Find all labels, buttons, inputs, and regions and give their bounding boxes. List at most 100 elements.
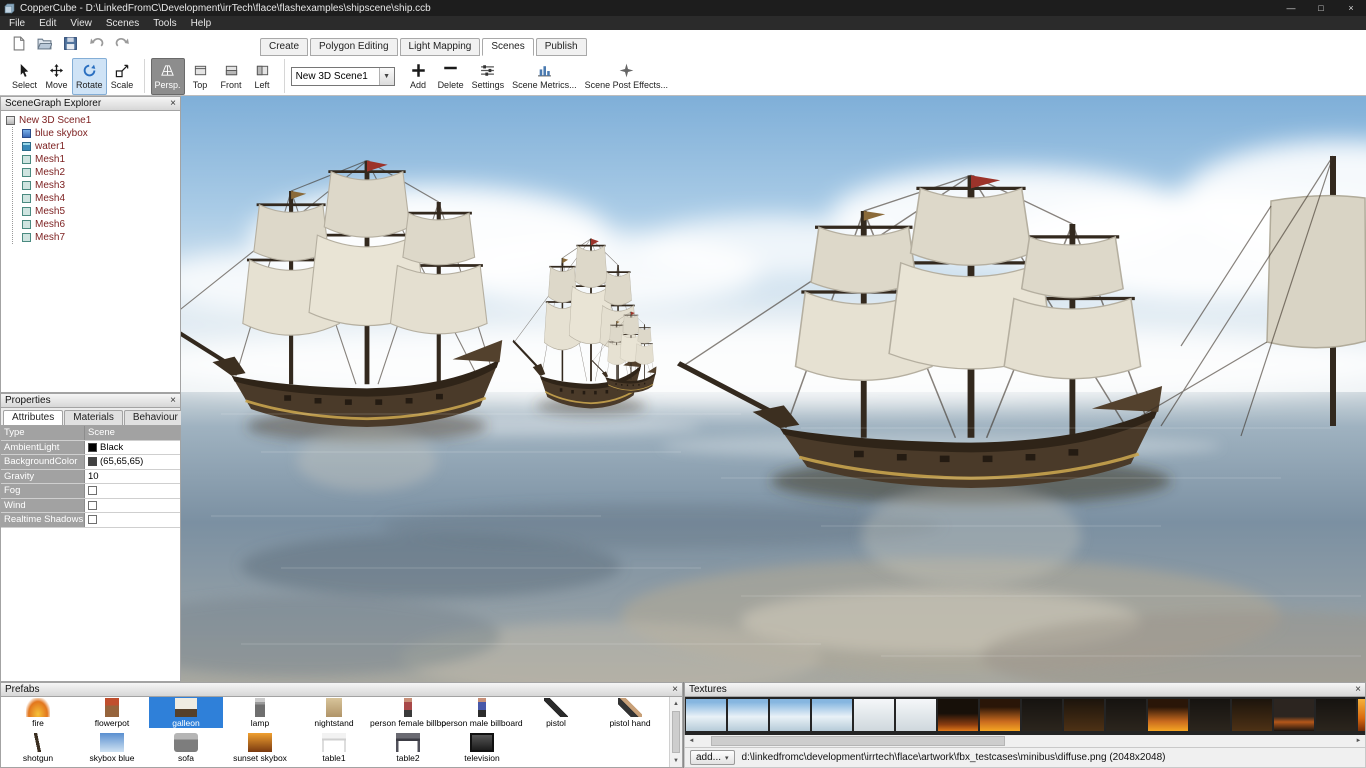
scene-metrics-button[interactable]: Scene Metrics... <box>508 58 581 95</box>
minimize-button[interactable]: — <box>1276 0 1306 16</box>
texture-thumb-17[interactable] <box>1358 699 1366 731</box>
front-view-button[interactable]: Front <box>216 58 247 95</box>
menu-help[interactable]: Help <box>184 16 219 30</box>
rotate-tool-button[interactable]: Rotate <box>72 58 107 95</box>
tree-item-mesh5[interactable]: Mesh5 <box>22 205 180 218</box>
scroll-thumb[interactable] <box>711 736 1005 746</box>
tree-item-scene-root[interactable]: New 3D Scene1 <box>6 114 180 127</box>
tree-item-mesh3[interactable]: Mesh3 <box>22 179 180 192</box>
maximize-button[interactable]: □ <box>1306 0 1336 16</box>
tab-materials[interactable]: Materials <box>64 410 123 425</box>
delete-scene-button[interactable]: Delete <box>434 58 468 95</box>
move-tool-button[interactable]: Move <box>41 58 72 95</box>
menu-edit[interactable]: Edit <box>32 16 63 30</box>
property-value-backgroundcolor[interactable]: (65,65,65) <box>85 455 180 469</box>
scroll-up-icon[interactable]: ▲ <box>670 697 682 710</box>
prefab-item-pistol[interactable]: pistol <box>519 697 593 728</box>
add-scene-button[interactable]: Add <box>403 58 434 95</box>
top-view-button[interactable]: Top <box>185 58 216 95</box>
wind-checkbox[interactable] <box>88 501 97 510</box>
texture-thumb-16[interactable] <box>1316 699 1356 731</box>
tree-item-water1[interactable]: water1 <box>22 140 180 153</box>
tab-polygon-editing[interactable]: Polygon Editing <box>310 38 398 56</box>
texture-thumb-4[interactable] <box>812 699 852 731</box>
left-view-button[interactable]: Left <box>247 58 278 95</box>
property-value-ambientlight[interactable]: Black <box>85 441 180 455</box>
scene-selector-dropdown[interactable]: New 3D Scene1 ▼ <box>291 67 395 86</box>
menu-scenes[interactable]: Scenes <box>99 16 146 30</box>
menu-view[interactable]: View <box>63 16 99 30</box>
select-tool-button[interactable]: Select <box>8 58 41 95</box>
prefab-item-person-male[interactable]: person male billboard <box>445 697 519 728</box>
scroll-thumb[interactable] <box>672 711 680 753</box>
prefab-item-galleon[interactable]: galleon <box>149 697 223 728</box>
prefab-item-table2[interactable]: table2 <box>371 732 445 763</box>
menu-file[interactable]: File <box>2 16 32 30</box>
prefab-item-television[interactable]: television <box>445 732 519 763</box>
persp-view-button[interactable]: Persp. <box>151 58 185 95</box>
prefab-item-sofa[interactable]: sofa <box>149 732 223 763</box>
texture-thumb-9[interactable] <box>1022 699 1062 731</box>
prefab-item-pistol-hand[interactable]: pistol hand <box>593 697 667 728</box>
prefab-item-shotgun[interactable]: shotgun <box>1 732 75 763</box>
prefab-item-flowerpot[interactable]: flowerpot <box>75 697 149 728</box>
tab-scenes[interactable]: Scenes <box>482 38 533 56</box>
tree-item-mesh2[interactable]: Mesh2 <box>22 166 180 179</box>
scroll-track[interactable] <box>698 735 1352 747</box>
texture-thumb-11[interactable] <box>1106 699 1146 731</box>
scale-tool-button[interactable]: Scale <box>107 58 138 95</box>
close-textures-icon[interactable]: × <box>1355 685 1361 695</box>
texture-thumb-1[interactable] <box>686 699 726 731</box>
prefab-item-nightstand[interactable]: nightstand <box>297 697 371 728</box>
texture-thumb-15[interactable] <box>1274 699 1314 731</box>
prefab-item-table1[interactable]: table1 <box>297 732 371 763</box>
menu-tools[interactable]: Tools <box>146 16 183 30</box>
realtime-shadows-checkbox[interactable] <box>88 515 97 524</box>
tree-item-mesh7[interactable]: Mesh7 <box>22 231 180 244</box>
tree-item-mesh1[interactable]: Mesh1 <box>22 153 180 166</box>
prefab-item-skybox-blue[interactable]: skybox blue <box>75 732 149 763</box>
open-file-button[interactable] <box>36 35 53 52</box>
scroll-right-icon[interactable]: ► <box>1352 735 1365 747</box>
prefab-item-fire[interactable]: fire <box>1 697 75 728</box>
scene-settings-button[interactable]: Settings <box>468 58 509 95</box>
fog-checkbox[interactable] <box>88 486 97 495</box>
prefabs-scrollbar[interactable]: ▲ ▼ <box>669 697 682 767</box>
scroll-left-icon[interactable]: ◄ <box>685 735 698 747</box>
scene-post-effects-button[interactable]: Scene Post Effects... <box>581 58 672 95</box>
scroll-down-icon[interactable]: ▼ <box>670 754 682 767</box>
texture-thumb-14[interactable] <box>1232 699 1272 731</box>
redo-button[interactable] <box>114 35 131 52</box>
viewport-3d[interactable] <box>181 96 1366 682</box>
tab-attributes[interactable]: Attributes <box>3 410 63 425</box>
texture-thumb-2[interactable] <box>728 699 768 731</box>
texture-thumb-5[interactable] <box>854 699 894 731</box>
tab-create[interactable]: Create <box>260 38 308 56</box>
textures-scrollbar[interactable]: ◄ ► <box>684 735 1366 748</box>
tree-item-mesh6[interactable]: Mesh6 <box>22 218 180 231</box>
tab-light-mapping[interactable]: Light Mapping <box>400 38 481 56</box>
close-button[interactable]: × <box>1336 0 1366 16</box>
tree-item-blue-skybox[interactable]: blue skybox <box>22 127 180 140</box>
close-properties-icon[interactable]: × <box>170 396 176 406</box>
color-swatch[interactable] <box>88 457 97 466</box>
texture-thumb-13[interactable] <box>1190 699 1230 731</box>
prefab-item-lamp[interactable]: lamp <box>223 697 297 728</box>
texture-thumb-10[interactable] <box>1064 699 1104 731</box>
property-value-gravity[interactable]: 10 <box>85 470 180 484</box>
tab-publish[interactable]: Publish <box>536 38 587 56</box>
add-texture-button[interactable]: add... ▾ <box>690 750 735 765</box>
save-button[interactable] <box>62 35 79 52</box>
texture-thumb-12[interactable] <box>1148 699 1188 731</box>
new-file-button[interactable] <box>10 35 27 52</box>
texture-thumb-7[interactable] <box>938 699 978 731</box>
tab-behaviour[interactable]: Behaviour <box>124 410 187 425</box>
tree-item-mesh4[interactable]: Mesh4 <box>22 192 180 205</box>
prefab-item-person-female[interactable]: person female billbo <box>371 697 445 728</box>
undo-button[interactable] <box>88 35 105 52</box>
texture-thumb-6[interactable] <box>896 699 936 731</box>
texture-thumb-3[interactable] <box>770 699 810 731</box>
color-swatch[interactable] <box>88 443 97 452</box>
prefab-item-sunset-skybox[interactable]: sunset skybox <box>223 732 297 763</box>
close-scenegraph-icon[interactable]: × <box>170 99 176 109</box>
